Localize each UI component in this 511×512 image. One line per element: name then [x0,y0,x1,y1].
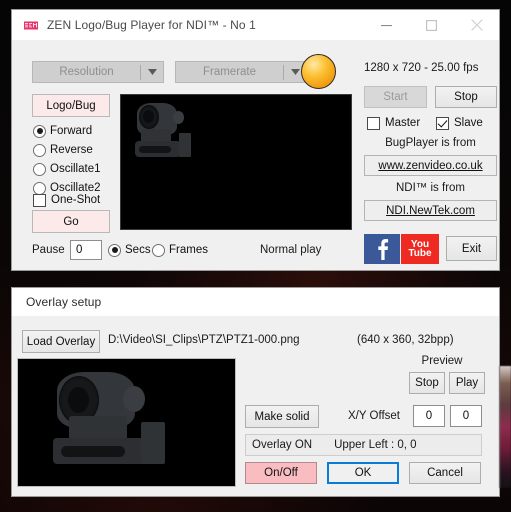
youtube-icon[interactable]: You Tube [401,234,439,264]
radio-oscillate1-label: Oscillate1 [50,163,101,175]
cancel-button-label: Cancel [427,467,463,479]
radio-reverse-label: Reverse [50,144,93,156]
close-icon[interactable] [454,10,499,40]
bugplayer-credit-label: BugPlayer is from [385,137,476,149]
zen-logo-icon [24,20,38,31]
slave-checkbox[interactable]: Slave [436,115,483,131]
preview-stop-label: Stop [415,377,439,389]
go-button-label: Go [63,215,79,228]
overlay-title-bar[interactable]: Overlay setup [12,288,499,316]
ndi-link-button[interactable]: NDI.NewTek.com [364,200,497,221]
start-button[interactable]: Start [364,86,427,108]
radio-forward-dot [33,124,46,138]
maximize-icon[interactable] [409,10,454,40]
radio-frames-label: Frames [169,244,208,256]
ok-button-label: OK [354,467,372,479]
cancel-button[interactable]: Cancel [409,462,481,484]
load-overlay-button-label: Load Overlay [26,335,96,348]
start-button-label: Start [383,91,408,103]
zen-logo-glyph [24,21,38,29]
radio-secs[interactable]: Secs [108,242,151,258]
radio-oscillate1[interactable]: Oscillate1 [33,161,119,177]
overlay-state-text: Overlay ON [252,439,313,451]
framerate-dropdown[interactable]: Framerate [175,61,307,83]
player-title-text: ZEN Logo/Bug Player for NDI™ - No 1 [47,18,256,32]
xy-offset-label: X/Y Offset [348,410,400,422]
chevron-down-icon[interactable] [141,69,163,75]
pause-label: Pause [32,244,65,256]
logo-bug-button[interactable]: Logo/Bug [32,94,110,117]
facebook-icon[interactable] [364,234,400,264]
clipped-preview-strip [499,366,511,488]
stop-button[interactable]: Stop [435,86,497,108]
player-title-bar[interactable]: ZEN Logo/Bug Player for NDI™ - No 1 [12,10,499,41]
resolution-dropdown[interactable]: Resolution [32,61,164,83]
preview-stop-button[interactable]: Stop [409,372,445,394]
radio-reverse-dot [33,143,46,157]
overlay-preview-canvas [21,362,232,483]
radio-frames[interactable]: Frames [152,242,208,258]
zenvideo-link-button[interactable]: www.zenvideo.co.uk [364,155,497,176]
ndi-link-label: NDI.NewTek.com [386,204,475,217]
stop-button-label: Stop [454,91,478,103]
onoff-button-label: On/Off [264,467,298,479]
preview-play-label: Play [455,377,479,389]
load-overlay-button[interactable]: Load Overlay [22,330,100,353]
one-shot-checkbox[interactable]: One-Shot [33,192,100,208]
one-shot-label: One-Shot [51,194,101,206]
resolution-dropdown-label: Resolution [59,66,114,78]
play-state-text: Normal play [260,244,322,256]
minimize-icon[interactable] [364,10,409,40]
format-info-text: 1280 x 720 - 25.00 fps [364,62,479,74]
y-offset-input[interactable]: 0 [450,405,482,427]
radio-oscillate1-dot [33,162,46,176]
radio-frames-dot [152,243,165,257]
direction-radio-group: Forward Reverse Oscillate1 Oscillate2 [33,123,119,199]
status-lamp[interactable] [301,54,336,89]
youtube-line2: Tube [408,248,432,259]
exit-button-label: Exit [461,242,482,255]
ptz-camera-graphic [135,103,207,165]
master-checkbox-box [367,116,380,130]
overlay-image-preview [17,358,236,487]
preview-play-button[interactable]: Play [449,372,485,394]
one-shot-checkbox-box [33,193,46,207]
framerate-dropdown-label: Framerate [202,66,257,78]
video-preview [120,94,352,230]
onoff-button[interactable]: On/Off [245,462,317,484]
radio-reverse[interactable]: Reverse [33,142,119,158]
master-checkbox[interactable]: Master [367,115,420,131]
ptz-camera-graphic [49,372,199,476]
zenvideo-link-label: www.zenvideo.co.uk [378,159,483,172]
make-solid-button-label: Make solid [254,410,310,423]
make-solid-button[interactable]: Make solid [245,405,319,428]
facebook-glyph [377,239,388,260]
radio-secs-label: Secs [125,244,151,256]
exit-button[interactable]: Exit [446,236,497,261]
overlay-file-path: D:\Video\SI_Clips\PTZ\PTZ1-000.png [108,334,300,346]
overlay-status-bar: Overlay ON Upper Left : 0, 0 [245,434,482,456]
player-window-controls [364,10,499,40]
ok-button[interactable]: OK [327,462,399,484]
overlay-title-text: Overlay setup [26,295,102,309]
radio-forward-label: Forward [50,125,93,137]
overlay-image-info: (640 x 360, 32bpp) [357,334,454,346]
go-button[interactable]: Go [32,210,110,233]
radio-forward[interactable]: Forward [33,123,119,139]
logo-bug-button-label: Logo/Bug [46,99,96,112]
zen-bug-player-window: ZEN Logo/Bug Player for NDI™ - No 1 Reso… [12,10,499,270]
upper-left-text: Upper Left : 0, 0 [334,439,417,451]
slave-checkbox-box [436,116,449,130]
master-label: Master [385,117,421,129]
radio-secs-dot [108,243,121,257]
pause-input[interactable]: 0 [70,240,102,260]
x-offset-input[interactable]: 0 [413,405,445,427]
slave-label: Slave [454,117,483,129]
preview-label: Preview [421,355,463,367]
ndi-credit-label: NDI™ is from [396,182,465,194]
